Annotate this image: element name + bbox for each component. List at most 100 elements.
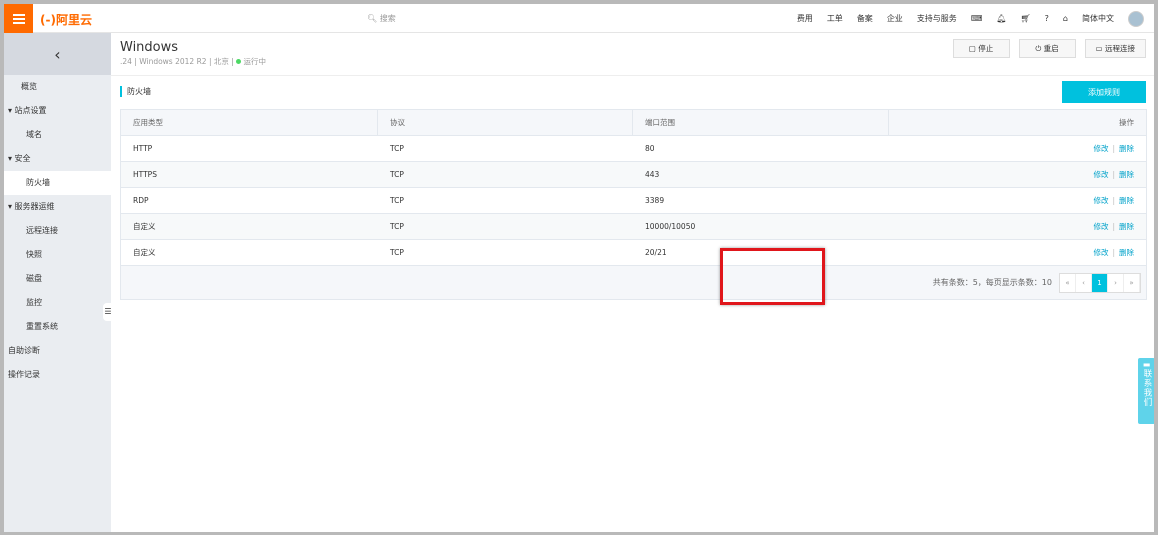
nav-item[interactable]: 工单 — [827, 13, 843, 24]
column-header: 端口范围 — [633, 110, 889, 135]
restart-button[interactable]: ⏻ 重启 — [1018, 39, 1076, 58]
app-window: (-)阿里云 🔍︎ 搜索 费用 工单 备案 企业 支持与服务 ⌨ 🔔︎ 🛒︎? ⌂ 简体中文 ‹ … — [4, 4, 1154, 532]
table-cell: HTTPS — [133, 170, 157, 179]
nav-item[interactable]: 费用 — [797, 13, 813, 24]
remote-connect-button[interactable]: ▭ 远程连接 — [1084, 39, 1146, 58]
separator: | — [1112, 196, 1115, 205]
contact-us-button[interactable]: ▬ 联系我们 — [1138, 358, 1154, 424]
column-header: 应用类型 — [121, 110, 378, 135]
bell-icon[interactable]: 🔔︎ — [996, 14, 1006, 23]
sidebar-item[interactable]: ▾ 站点设置 — [4, 99, 111, 123]
delete-link[interactable]: 删除 — [1119, 144, 1134, 153]
page-button[interactable]: ‹ — [1076, 273, 1092, 292]
collapse-back-button[interactable]: ‹ — [4, 33, 111, 75]
nav-item[interactable]: 企业 — [887, 13, 903, 24]
chevron-left-icon: ‹ — [54, 44, 61, 64]
nav-item[interactable]: 支持与服务 — [917, 13, 957, 24]
table-cell: 10000/10050 — [645, 222, 696, 231]
sidebar: ‹ 概览 ▾ 站点设置 域名 ▾ 安全 防火墙 ▾ 服务器运维 远程连接 快照 磁盘 监控 重置系统… — [4, 33, 113, 532]
monitor-icon: ▭ — [1095, 44, 1105, 53]
edit-link[interactable]: 修改 — [1093, 248, 1108, 257]
sidebar-item[interactable]: 操作记录 — [4, 363, 111, 387]
hamburger-icon — [12, 17, 25, 20]
menu-button[interactable] — [4, 4, 33, 33]
sidebar-item[interactable]: 远程连接 — [4, 219, 111, 243]
table-cell: 80 — [645, 144, 655, 153]
table-cell: TCP — [390, 196, 404, 205]
separator: | — [1112, 248, 1115, 257]
add-rule-button[interactable]: 添加规则 — [1062, 81, 1146, 103]
pagination: «‹ 1 ›» — [1059, 272, 1141, 293]
divider — [111, 75, 1154, 76]
page-button[interactable]: 1 — [1092, 273, 1108, 292]
table-cell: TCP — [390, 144, 404, 153]
table-row: 自定义 TCP 20/21 修改 | 删除 — [121, 240, 1146, 266]
row-actions: 修改 | 删除 — [889, 195, 1146, 206]
delete-link[interactable]: 删除 — [1119, 248, 1134, 257]
table-cell: TCP — [390, 222, 404, 231]
separator: | — [1112, 144, 1115, 153]
page-button[interactable]: › — [1108, 273, 1124, 292]
sidebar-item[interactable]: 重置系统 — [4, 315, 111, 339]
top-nav: 费用 工单 备案 企业 支持与服务 ⌨ 🔔︎ 🛒︎? ⌂ 简体中文 — [797, 4, 1144, 33]
table-cell: 自定义 — [133, 248, 156, 257]
edit-link[interactable]: 修改 — [1093, 196, 1108, 205]
page-button[interactable]: « — [1060, 273, 1076, 292]
nav-item[interactable]: 备案 — [857, 13, 873, 24]
sidebar-item[interactable]: 监控 — [4, 291, 111, 315]
home-icon[interactable]: ⌂ — [1063, 14, 1068, 23]
table-header: 应用类型 协议 端口范围 操作 — [121, 110, 1146, 136]
separator: | — [1112, 222, 1115, 231]
sidebar-item[interactable]: ▾ 服务器运维 — [4, 195, 111, 219]
sidebar-item[interactable]: 概览 — [4, 75, 111, 99]
sidebar-item[interactable]: 防火墙 — [4, 171, 111, 195]
table-cell: TCP — [390, 248, 404, 257]
delete-link[interactable]: 删除 — [1119, 222, 1134, 231]
table-footer: 共有条数：5，每页显示条数：10 «‹ 1 ›» — [121, 266, 1146, 299]
language-switch[interactable]: 简体中文 — [1082, 13, 1114, 24]
row-actions: 修改 | 删除 — [889, 247, 1146, 258]
edit-link[interactable]: 修改 — [1093, 170, 1108, 179]
sidebar-item[interactable]: ▾ 安全 — [4, 147, 111, 171]
table-row: RDP TCP 3389 修改 | 删除 — [121, 188, 1146, 214]
sidebar-item[interactable]: 磁盘 — [4, 267, 111, 291]
stop-button[interactable]: ▢ 停止 — [952, 39, 1010, 58]
instance-info: .24 | Windows 2012 R2 | 北京 | 运行中 — [120, 57, 267, 66]
table-cell: HTTP — [133, 144, 153, 153]
power-icon: ⏻ — [1035, 43, 1044, 53]
delete-link[interactable]: 删除 — [1119, 170, 1134, 179]
table-cell: 自定义 — [133, 222, 156, 231]
section-title: 防火墙 — [120, 86, 151, 97]
table-cell: 443 — [645, 170, 660, 179]
main-content: Windows .24 | Windows 2012 R2 | 北京 | 运行中… — [111, 33, 1154, 532]
status-text: 运行中 — [243, 57, 267, 66]
stop-icon: ▢ — [968, 44, 979, 53]
edit-link[interactable]: 修改 — [1093, 222, 1108, 231]
table-row: HTTPS TCP 443 修改 | 删除 — [121, 162, 1146, 188]
sidebar-item[interactable]: 自助诊断 — [4, 339, 111, 363]
table-row: 自定义 TCP 10000/10050 修改 | 删除 — [121, 214, 1146, 240]
table-cell: 3389 — [645, 196, 665, 205]
terminal-icon[interactable]: ⌨ — [971, 14, 983, 23]
sidebar-item[interactable]: 域名 — [4, 123, 111, 147]
separator: | — [1112, 170, 1115, 179]
delete-link[interactable]: 删除 — [1119, 196, 1134, 205]
pagination-summary: 共有条数：5，每页显示条数：10 — [932, 278, 1052, 287]
help-icon[interactable]: ? — [1045, 14, 1049, 23]
edit-link[interactable]: 修改 — [1093, 144, 1108, 153]
avatar[interactable] — [1128, 10, 1144, 27]
column-header: 协议 — [378, 110, 633, 135]
top-bar: (-)阿里云 🔍︎ 搜索 费用 工单 备案 企业 支持与服务 ⌨ 🔔︎ 🛒︎? ⌂ 简体中文 — [4, 4, 1154, 33]
firewall-table: 应用类型 协议 端口范围 操作 HTTP TCP 80 修改 | 删除 HTTPS TCP 443 修改… — [120, 109, 1147, 300]
page-title: Windows — [120, 40, 179, 55]
search-input[interactable]: 🔍︎ 搜索 — [367, 13, 396, 24]
page-button[interactable]: » — [1124, 273, 1140, 292]
row-actions: 修改 | 删除 — [889, 143, 1146, 154]
sidebar-item[interactable]: 快照 — [4, 243, 111, 267]
table-row: HTTP TCP 80 修改 | 删除 — [121, 136, 1146, 162]
status-dot — [236, 59, 242, 64]
chat-icon: ▬ — [1142, 360, 1151, 369]
cart-icon[interactable]: 🛒︎ — [1021, 14, 1031, 23]
logo[interactable]: (-)阿里云 — [40, 11, 92, 28]
row-actions: 修改 | 删除 — [889, 169, 1146, 180]
